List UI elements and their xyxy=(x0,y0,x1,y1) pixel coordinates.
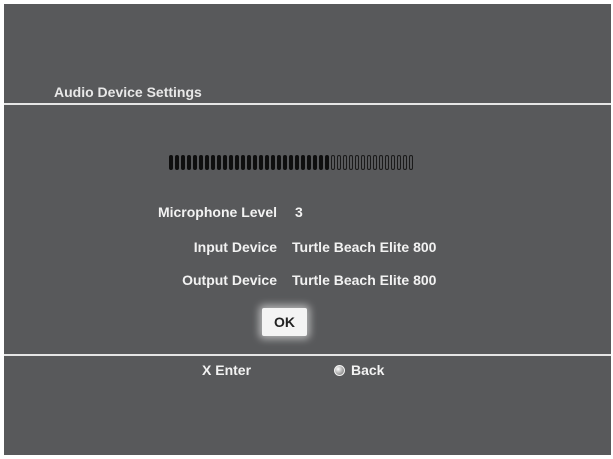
meter-segment-filled xyxy=(211,155,215,170)
meter-segment-filled xyxy=(223,155,227,170)
microphone-level-value: 3 xyxy=(295,204,303,220)
meter-segment-filled xyxy=(283,155,287,170)
meter-segment-filled xyxy=(175,155,179,170)
meter-segment-filled xyxy=(217,155,221,170)
page-title: Audio Device Settings xyxy=(54,84,202,100)
meter-segment-filled xyxy=(325,155,329,170)
meter-segment-filled xyxy=(169,155,173,170)
meter-segment-empty xyxy=(379,155,383,170)
meter-segment-filled xyxy=(307,155,311,170)
meter-segment-empty xyxy=(367,155,371,170)
meter-segment-empty xyxy=(361,155,365,170)
input-device-label: Input Device xyxy=(193,239,277,255)
meter-segment-filled xyxy=(235,155,239,170)
bottom-divider xyxy=(4,354,611,356)
microphone-level-row[interactable]: Microphone Level 3 xyxy=(4,204,611,224)
meter-segment-empty xyxy=(355,155,359,170)
microphone-level-meter xyxy=(169,154,415,171)
meter-segment-empty xyxy=(331,155,335,170)
meter-segment-filled xyxy=(199,155,203,170)
meter-segment-filled xyxy=(313,155,317,170)
top-divider xyxy=(4,103,611,105)
enter-hint-label: X Enter xyxy=(202,362,252,378)
meter-segment-filled xyxy=(229,155,233,170)
meter-segment-filled xyxy=(277,155,281,170)
meter-segment-filled xyxy=(181,155,185,170)
meter-segment-filled xyxy=(241,155,245,170)
microphone-level-label: Microphone Level xyxy=(157,204,277,220)
meter-segment-empty xyxy=(409,155,413,170)
meter-segment-filled xyxy=(265,155,269,170)
ok-button[interactable]: OK xyxy=(262,308,307,336)
meter-segment-filled xyxy=(271,155,275,170)
meter-segment-filled xyxy=(301,155,305,170)
meter-segment-empty xyxy=(373,155,377,170)
back-hint-label: Back xyxy=(351,362,385,378)
output-device-row[interactable]: Output Device Turtle Beach Elite 800 xyxy=(4,272,611,292)
meter-segment-filled xyxy=(259,155,263,170)
audio-settings-screen: Audio Device Settings Microphone Level 3… xyxy=(4,4,611,455)
meter-segment-empty xyxy=(343,155,347,170)
circle-button-icon xyxy=(334,364,345,376)
meter-segment-filled xyxy=(193,155,197,170)
meter-segment-empty xyxy=(337,155,341,170)
back-hint[interactable]: Back xyxy=(334,362,384,378)
meter-segment-empty xyxy=(403,155,407,170)
enter-hint[interactable]: X Enter xyxy=(202,362,251,378)
meter-segment-filled xyxy=(187,155,191,170)
meter-segment-empty xyxy=(391,155,395,170)
meter-segment-filled xyxy=(205,155,209,170)
meter-segment-empty xyxy=(397,155,401,170)
meter-segment-filled xyxy=(253,155,257,170)
output-device-value: Turtle Beach Elite 800 xyxy=(292,272,437,288)
meter-segment-filled xyxy=(289,155,293,170)
input-device-row[interactable]: Input Device Turtle Beach Elite 800 xyxy=(4,239,611,259)
meter-segment-empty xyxy=(385,155,389,170)
meter-segment-filled xyxy=(295,155,299,170)
meter-segment-empty xyxy=(349,155,353,170)
output-device-label: Output Device xyxy=(182,272,277,288)
input-device-value: Turtle Beach Elite 800 xyxy=(292,239,437,255)
meter-segment-filled xyxy=(247,155,251,170)
meter-segment-filled xyxy=(319,155,323,170)
